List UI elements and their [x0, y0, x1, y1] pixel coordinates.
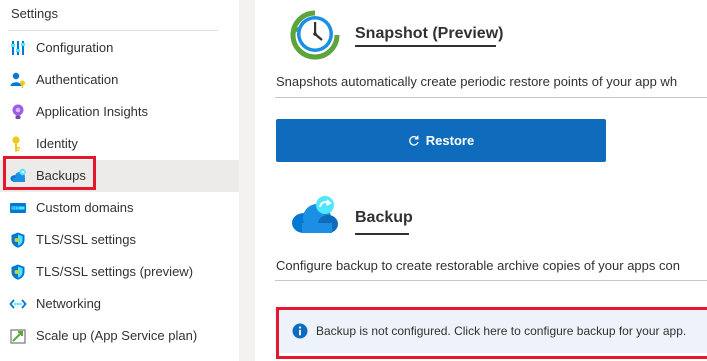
sidebar-item-label: Scale up (App Service plan) [36, 328, 198, 343]
sidebar-item-label: TLS/SSL settings [36, 232, 136, 247]
restore-icon [408, 135, 419, 146]
backups-highlight-box [3, 156, 96, 190]
shield-icon [11, 264, 25, 280]
custom-domains-icon [10, 203, 26, 213]
snapshot-divider [275, 97, 707, 98]
sidebar-item-configuration[interactable]: Configuration [0, 32, 239, 64]
shield-icon [11, 232, 25, 248]
backup-title-underline [355, 233, 409, 235]
sidebar-item-label: Application Insights [36, 104, 149, 119]
cloud-backup-icon [292, 196, 338, 233]
restore-button[interactable]: Restore [276, 119, 606, 162]
sidebar-scroll-gutter [239, 0, 255, 361]
sidebar-item-application-insights[interactable]: Application Insights [0, 96, 239, 128]
restore-button-label: Restore [425, 133, 475, 148]
backup-divider [275, 280, 707, 281]
scale-up-icon [10, 329, 26, 344]
sidebar-item-label: Networking [36, 296, 102, 311]
snapshot-title-underline [355, 45, 496, 47]
sidebar-item-networking[interactable]: Networking [0, 288, 239, 320]
sidebar-item-scale-up[interactable]: Scale up (App Service plan) [0, 320, 239, 352]
sidebar-item-label: TLS/SSL settings (preview) [36, 264, 194, 279]
identity-icon [12, 136, 20, 152]
clock-icon [290, 10, 340, 60]
configuration-icon [11, 41, 25, 55]
snapshot-description: Snapshots automatically create periodic … [276, 74, 678, 89]
sidebar-item-label: Identity [36, 136, 78, 151]
sidebar-item-label: Configuration [36, 40, 114, 55]
backup-description: Configure backup to create restorable ar… [276, 258, 680, 273]
sidebar-heading: Settings [11, 6, 58, 21]
sidebar-item-tls-ssl-settings-preview[interactable]: TLS/SSL settings (preview) [0, 256, 239, 288]
sidebar-item-tls-ssl-settings[interactable]: TLS/SSL settings [0, 224, 239, 256]
backup-title: Backup [355, 209, 413, 226]
authentication-icon [10, 72, 25, 88]
sidebar-item-label: Custom domains [36, 200, 134, 215]
info-banner-highlight-box [276, 307, 707, 359]
sidebar-item-custom-domains[interactable]: Custom domains [0, 192, 239, 224]
snapshot-title: Snapshot (Preview) [355, 25, 504, 42]
sidebar-item-label: Authentication [36, 72, 119, 87]
application-insights-icon [12, 104, 24, 119]
networking-icon [9, 299, 27, 309]
sidebar-item-authentication[interactable]: Authentication [0, 64, 239, 96]
sidebar-heading-divider [8, 30, 218, 31]
